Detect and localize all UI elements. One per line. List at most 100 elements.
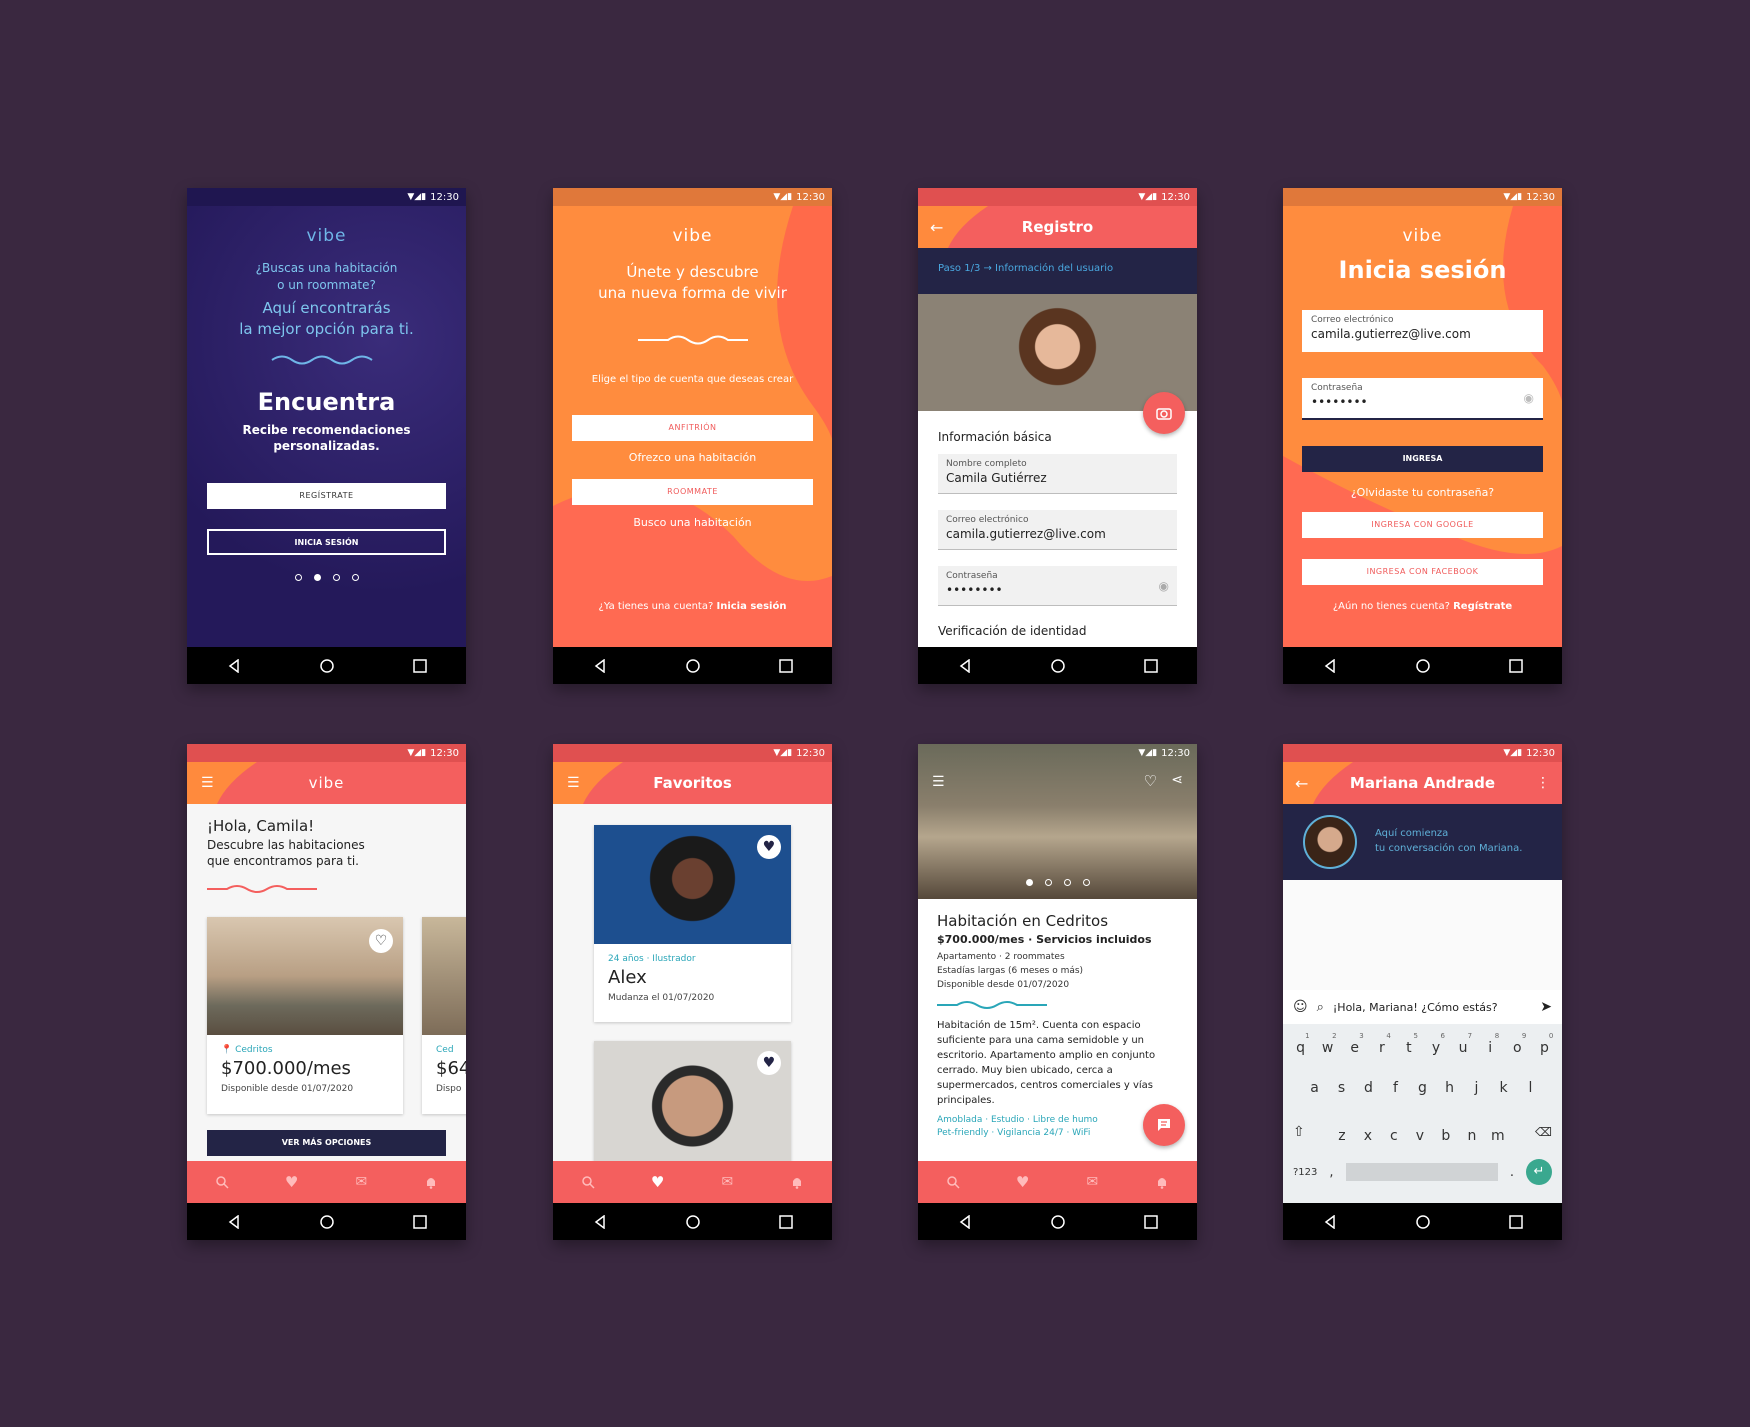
home-icon[interactable] bbox=[1413, 656, 1433, 676]
back-icon[interactable] bbox=[224, 1212, 244, 1232]
favorite-heart-icon[interactable]: ♥ bbox=[757, 835, 781, 859]
password-value[interactable]: •••••••• bbox=[1311, 395, 1534, 409]
pager-dots[interactable] bbox=[187, 574, 466, 581]
comma-key[interactable]: , bbox=[1329, 1165, 1333, 1180]
message-input[interactable]: ¡Hola, Mariana! ¿Cómo estás? bbox=[1333, 1001, 1531, 1014]
back-icon[interactable] bbox=[1320, 656, 1340, 676]
favorite-heart-icon[interactable]: ♥ bbox=[757, 1051, 781, 1075]
period-key[interactable]: . bbox=[1510, 1165, 1514, 1180]
photo-pager-dots[interactable] bbox=[918, 879, 1197, 886]
attachment-icon[interactable]: ⌕ bbox=[1317, 1000, 1324, 1015]
avatar[interactable] bbox=[1303, 815, 1357, 869]
key-u[interactable]: 7u bbox=[1451, 1032, 1475, 1072]
login-button[interactable]: INICIA SESIÓN bbox=[207, 529, 446, 555]
roommate-button[interactable]: ROOMMATE bbox=[572, 479, 813, 505]
roommate-card[interactable]: ♥ 24 años · Ilustrador Alex Mudanza el 0… bbox=[594, 825, 791, 1022]
back-icon[interactable] bbox=[1320, 1212, 1340, 1232]
home-icon[interactable] bbox=[683, 656, 703, 676]
host-button[interactable]: ANFITRIÓN bbox=[572, 415, 813, 441]
key-h[interactable]: h bbox=[1438, 1072, 1462, 1112]
facebook-login-button[interactable]: INGRESA CON FACEBOOK bbox=[1302, 559, 1543, 585]
roommate-card-2[interactable]: ♥ bbox=[594, 1041, 791, 1171]
symbols-key[interactable]: ?123 bbox=[1293, 1167, 1317, 1178]
key-d[interactable]: d bbox=[1357, 1072, 1381, 1112]
heart-icon[interactable]: ♥ bbox=[649, 1173, 667, 1191]
back-icon[interactable] bbox=[590, 656, 610, 676]
login-password-field[interactable]: Contraseña •••••••• ◉ bbox=[1302, 378, 1543, 420]
heart-icon[interactable]: ♥ bbox=[283, 1173, 301, 1191]
key-v[interactable]: v bbox=[1408, 1120, 1432, 1144]
home-icon[interactable] bbox=[1048, 656, 1068, 676]
home-icon[interactable] bbox=[317, 656, 337, 676]
email-value[interactable]: camila.gutierrez@live.com bbox=[1311, 327, 1534, 341]
eye-icon[interactable]: ◉ bbox=[1524, 391, 1534, 405]
pager-dot-active[interactable] bbox=[1025, 879, 1033, 886]
back-icon[interactable] bbox=[955, 1212, 975, 1232]
register-button[interactable]: REGÍSTRATE bbox=[207, 483, 446, 509]
bell-icon[interactable] bbox=[788, 1173, 806, 1191]
email-field[interactable]: Correo electrónico camila.gutierrez@live… bbox=[938, 510, 1177, 550]
space-key[interactable] bbox=[1345, 1163, 1498, 1181]
mail-icon[interactable]: ✉ bbox=[1083, 1173, 1101, 1191]
key-s[interactable]: s bbox=[1330, 1072, 1354, 1112]
heart-icon[interactable]: ♥ bbox=[1014, 1173, 1032, 1191]
enter-key[interactable]: ↵ bbox=[1526, 1159, 1552, 1185]
key-r[interactable]: 4r bbox=[1370, 1032, 1394, 1072]
pager-dot[interactable] bbox=[294, 574, 302, 581]
backspace-key[interactable]: ⌫ bbox=[1535, 1125, 1552, 1139]
name-value[interactable]: Camila Gutiérrez bbox=[946, 471, 1169, 485]
login-email-field[interactable]: Correo electrónico camila.gutierrez@live… bbox=[1302, 310, 1543, 352]
key-n[interactable]: n bbox=[1460, 1120, 1484, 1144]
favorite-heart-icon[interactable]: ♡ bbox=[369, 929, 393, 953]
home-icon[interactable] bbox=[683, 1212, 703, 1232]
key-y[interactable]: 6y bbox=[1424, 1032, 1448, 1072]
camera-button[interactable] bbox=[1143, 392, 1185, 434]
forgot-password-link[interactable]: ¿Olvidaste tu contraseña? bbox=[1283, 486, 1562, 499]
home-icon[interactable] bbox=[1413, 1212, 1433, 1232]
login-link[interactable]: Inicia sesión bbox=[716, 601, 786, 612]
search-icon[interactable] bbox=[579, 1173, 597, 1191]
room-card-partial[interactable]: Ced $64 Dispo bbox=[422, 917, 466, 1114]
recents-icon[interactable] bbox=[1141, 1212, 1161, 1232]
back-icon[interactable] bbox=[955, 656, 975, 676]
key-b[interactable]: b bbox=[1434, 1120, 1458, 1144]
pager-dot[interactable] bbox=[351, 574, 359, 581]
recents-icon[interactable] bbox=[1506, 656, 1526, 676]
key-o[interactable]: 9o bbox=[1505, 1032, 1529, 1072]
pager-dot[interactable] bbox=[332, 574, 340, 581]
more-options-icon[interactable]: ⋮ bbox=[1536, 775, 1550, 791]
key-t[interactable]: 5t bbox=[1397, 1032, 1421, 1072]
recents-icon[interactable] bbox=[410, 656, 430, 676]
shift-key[interactable]: ⇧ bbox=[1293, 1124, 1305, 1140]
register-link[interactable]: Regístrate bbox=[1453, 601, 1512, 612]
recents-icon[interactable] bbox=[776, 656, 796, 676]
ingresa-button[interactable]: INGRESA bbox=[1302, 446, 1543, 472]
name-field[interactable]: Nombre completo Camila Gutiérrez bbox=[938, 454, 1177, 494]
key-g[interactable]: g bbox=[1411, 1072, 1435, 1112]
menu-icon[interactable]: ☰ bbox=[932, 774, 945, 790]
key-a[interactable]: a bbox=[1303, 1072, 1327, 1112]
home-icon[interactable] bbox=[1048, 1212, 1068, 1232]
recents-icon[interactable] bbox=[410, 1212, 430, 1232]
pager-dot[interactable] bbox=[1063, 879, 1071, 886]
key-f[interactable]: f bbox=[1384, 1072, 1408, 1112]
key-z[interactable]: z bbox=[1330, 1120, 1354, 1144]
google-login-button[interactable]: INGRESA CON GOOGLE bbox=[1302, 512, 1543, 538]
recents-icon[interactable] bbox=[1141, 656, 1161, 676]
key-q[interactable]: 1q bbox=[1289, 1032, 1313, 1072]
chat-fab[interactable] bbox=[1143, 1104, 1185, 1146]
key-i[interactable]: 8i bbox=[1478, 1032, 1502, 1072]
favorite-icon[interactable]: ♡ bbox=[1144, 772, 1157, 790]
key-j[interactable]: j bbox=[1465, 1072, 1489, 1112]
send-icon[interactable]: ➤ bbox=[1540, 999, 1552, 1015]
more-options-button[interactable]: VER MÁS OPCIONES bbox=[207, 1130, 446, 1156]
pager-dot[interactable] bbox=[1082, 879, 1090, 886]
email-value[interactable]: camila.gutierrez@live.com bbox=[946, 527, 1169, 541]
password-field[interactable]: Contraseña •••••••• ◉ bbox=[938, 566, 1177, 606]
mail-icon[interactable]: ✉ bbox=[718, 1173, 736, 1191]
key-c[interactable]: c bbox=[1382, 1120, 1406, 1144]
password-value[interactable]: •••••••• bbox=[946, 583, 1169, 597]
home-icon[interactable] bbox=[317, 1212, 337, 1232]
share-icon[interactable]: ⋖ bbox=[1171, 772, 1183, 788]
back-icon[interactable] bbox=[224, 656, 244, 676]
